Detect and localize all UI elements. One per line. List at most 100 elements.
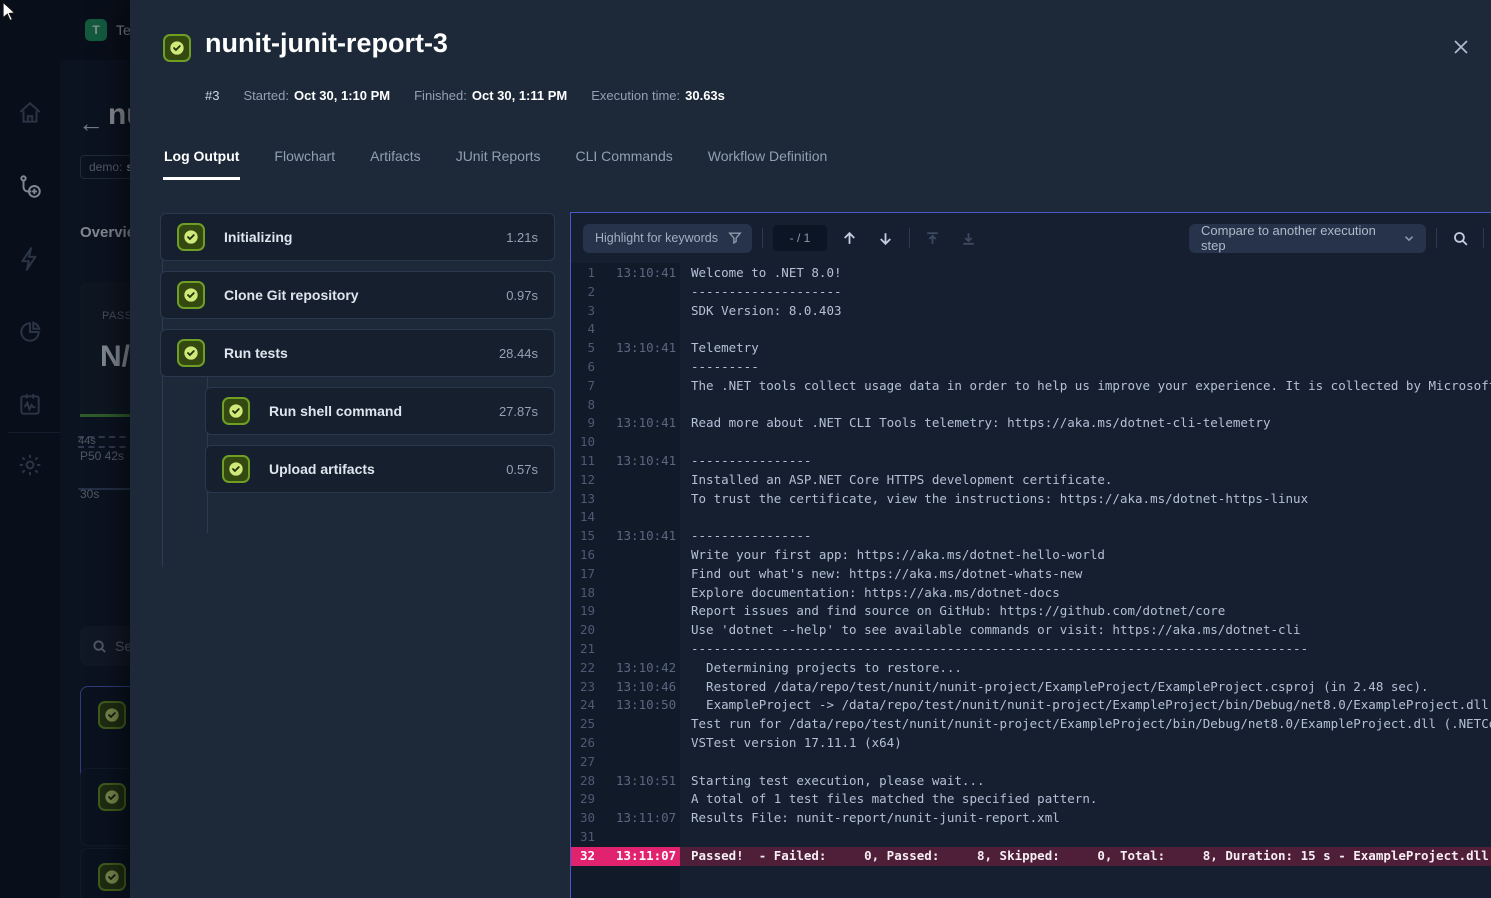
log-line: 12Installed an ASP.NET Core HTTPS develo… — [571, 471, 1491, 490]
line-number[interactable]: 15 — [571, 527, 595, 546]
scroll-to-top-button[interactable] — [920, 225, 946, 251]
log-line-gutter: 26 — [571, 734, 680, 753]
line-timestamp: 13:10:51 — [616, 772, 676, 791]
line-text: A total of 1 test files matched the spec… — [680, 790, 1491, 809]
line-text: Use 'dotnet --help' to see available com… — [680, 621, 1491, 640]
line-number[interactable]: 24 — [571, 696, 595, 715]
success-check-icon — [177, 223, 205, 251]
line-text: The .NET tools collect usage data in ord… — [680, 377, 1491, 396]
log-line: 21--------------------------------------… — [571, 640, 1491, 659]
step-run-shell-command[interactable]: Run shell command 27.87s — [205, 387, 555, 435]
line-timestamp: 13:10:41 — [616, 527, 676, 546]
step-label: Initializing — [224, 229, 487, 245]
line-number[interactable]: 5 — [571, 339, 595, 358]
line-number[interactable]: 9 — [571, 414, 595, 433]
tab-junit-reports[interactable]: JUnit Reports — [455, 144, 542, 180]
log-line-gutter: 29 — [571, 790, 680, 809]
step-duration: 0.57s — [506, 462, 538, 477]
log-line-gutter: 32 13:11:07 — [571, 847, 680, 866]
success-check-icon — [177, 281, 205, 309]
line-number[interactable]: 25 — [571, 715, 595, 734]
step-duration: 27.87s — [499, 404, 538, 419]
line-number[interactable]: 4 — [571, 320, 595, 339]
line-number[interactable]: 23 — [571, 678, 595, 697]
line-text — [680, 320, 1491, 339]
modal-title: nunit-junit-report-3 — [205, 28, 448, 59]
line-number[interactable]: 8 — [571, 396, 595, 415]
line-number[interactable]: 32 — [571, 847, 595, 866]
log-line: 13 To trust the certificate, view the ins… — [571, 490, 1491, 509]
next-match-button[interactable] — [873, 225, 899, 251]
line-text — [680, 828, 1491, 847]
step-label: Run shell command — [269, 403, 480, 419]
step-duration: 28.44s — [499, 346, 538, 361]
prev-match-button[interactable] — [837, 225, 863, 251]
line-number[interactable]: 28 — [571, 772, 595, 791]
line-timestamp: 13:10:41 — [616, 339, 676, 358]
tab-workflow-definition[interactable]: Workflow Definition — [707, 144, 829, 180]
step-upload-artifacts[interactable]: Upload artifacts 0.57s — [205, 445, 555, 493]
line-text: Explore documentation: https://aka.ms/do… — [680, 584, 1491, 603]
step-label: Upload artifacts — [269, 461, 487, 477]
log-line-gutter: 23 13:10:46 — [571, 678, 680, 697]
tab-flowchart[interactable]: Flowchart — [273, 144, 336, 180]
line-number[interactable]: 22 — [571, 659, 595, 678]
step-clone-git-repository[interactable]: Clone Git repository0.97s — [160, 271, 555, 319]
line-text: To trust the certificate, view the instr… — [680, 490, 1491, 509]
log-line-gutter: 3 — [571, 302, 680, 321]
highlight-keywords-input[interactable]: Highlight for keywords — [583, 224, 752, 253]
line-number[interactable]: 3 — [571, 302, 595, 321]
compare-step-select[interactable]: Compare to another execution step — [1189, 224, 1426, 253]
line-number[interactable]: 2 — [571, 283, 595, 302]
line-number[interactable]: 26 — [571, 734, 595, 753]
line-number[interactable]: 27 — [571, 753, 595, 772]
log-line-gutter: 1113:10:41 — [571, 452, 680, 471]
close-icon[interactable] — [1447, 33, 1475, 61]
line-number[interactable]: 13 — [571, 490, 595, 509]
line-text: SDK Version: 8.0.403 — [680, 302, 1491, 321]
line-number[interactable]: 6 — [571, 358, 595, 377]
line-text: Starting test execution, please wait... — [680, 772, 1491, 791]
log-line-gutter: 28 13:10:51 — [571, 772, 680, 791]
line-number[interactable]: 11 — [571, 452, 595, 471]
line-number[interactable]: 12 — [571, 471, 595, 490]
line-number[interactable]: 20 — [571, 621, 595, 640]
step-initializing[interactable]: Initializing1.21s — [160, 213, 555, 261]
log-line: 7 The .NET tools collect usage data in or… — [571, 377, 1491, 396]
tab-cli-commands[interactable]: CLI Commands — [575, 144, 674, 180]
scroll-to-bottom-button[interactable] — [956, 225, 982, 251]
log-line: 29 A total of 1 test files matched the sp… — [571, 790, 1491, 809]
log-line: 16Write your first app: https://aka.ms/d… — [571, 546, 1491, 565]
line-timestamp: 13:10:41 — [616, 414, 676, 433]
log-line-gutter: 27 — [571, 753, 680, 772]
log-line-gutter: 2 — [571, 283, 680, 302]
line-text: Test run for /data/repo/test/nunit/nunit… — [680, 715, 1491, 734]
line-timestamp: 13:11:07 — [616, 847, 676, 866]
log-line: 4 — [571, 320, 1491, 339]
finished-meta: Finished:Oct 30, 1:11 PM — [414, 88, 567, 103]
line-timestamp: 13:10:46 — [616, 678, 676, 697]
line-number[interactable]: 7 — [571, 377, 595, 396]
line-number[interactable]: 30 — [571, 809, 595, 828]
line-number[interactable]: 29 — [571, 790, 595, 809]
line-number[interactable]: 16 — [571, 546, 595, 565]
line-number[interactable]: 1 — [571, 264, 595, 283]
line-number[interactable]: 18 — [571, 584, 595, 603]
log-line-gutter: 16 — [571, 546, 680, 565]
tab-artifacts[interactable]: Artifacts — [369, 144, 422, 180]
line-text: -------------------- — [680, 283, 1491, 302]
log-lines: 113:10:41Welcome to .NET 8.0!2----------… — [571, 264, 1491, 866]
tab-log-output[interactable]: Log Output — [163, 144, 240, 180]
execution-number: #3 — [205, 88, 219, 103]
line-number[interactable]: 31 — [571, 828, 595, 847]
search-log-button[interactable] — [1447, 225, 1473, 251]
line-number[interactable]: 19 — [571, 602, 595, 621]
line-number[interactable]: 17 — [571, 565, 595, 584]
log-panel: Highlight for keywords - / 1 — [570, 212, 1491, 898]
log-line-gutter: 5 13:10:41 — [571, 339, 680, 358]
line-number[interactable]: 14 — [571, 508, 595, 527]
success-check-icon — [222, 397, 250, 425]
step-run-tests[interactable]: Run tests28.44s — [160, 329, 555, 377]
line-number[interactable]: 10 — [571, 433, 595, 452]
line-number[interactable]: 21 — [571, 640, 595, 659]
